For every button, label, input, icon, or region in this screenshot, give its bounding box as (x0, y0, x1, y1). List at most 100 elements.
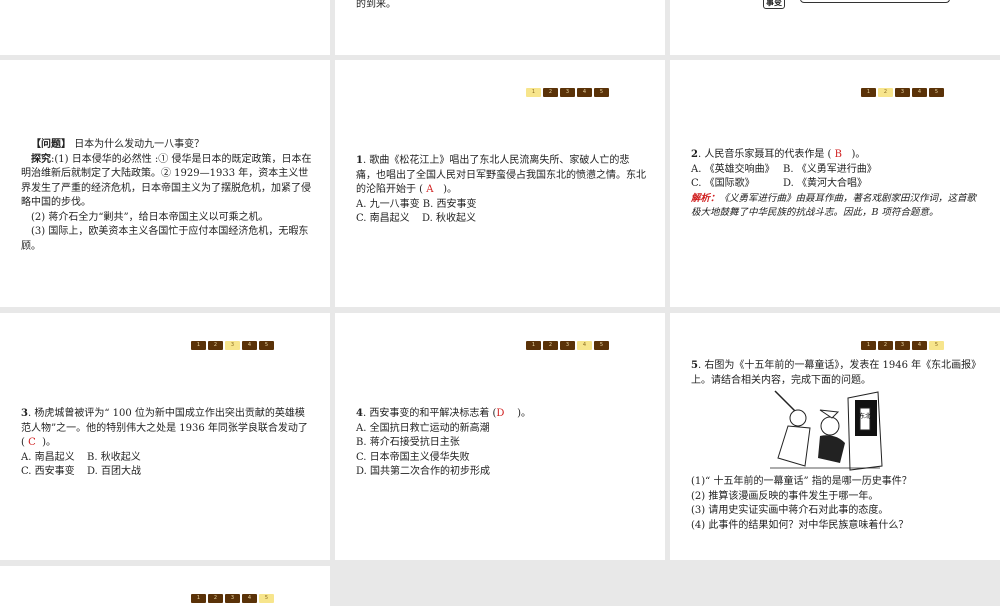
nav-button-1[interactable]: 1 (861, 88, 876, 97)
answer-line (800, 0, 950, 3)
option-d: D. 《黄河大合唱》 (783, 178, 868, 189)
nav-button-4[interactable]: 4 (912, 88, 927, 97)
question-1: 1. 歌曲《松花江上》唱出了东北人民流离失所、家破人亡的悲痛，也唱出了全国人民对… (356, 154, 647, 227)
slide-thumbnail[interactable]: 12345 3. 杨虎城曾被评为“ 100 位为新中国成立作出突出贡献的英雄模范… (0, 313, 330, 560)
option-a: A. 全国抗日救亡运动的新高潮 (356, 422, 490, 434)
nav-button-2[interactable]: 2 (878, 88, 893, 97)
nav-button-3[interactable]: 3 (895, 341, 910, 350)
slide-thumbnail[interactable]: 12345 1. 歌曲《松花江上》唱出了东北人民流离失所、家破人亡的悲痛，也唱出… (335, 60, 665, 307)
slide-thumbnail[interactable]: 12345 2. 人民音乐家聂耳的代表作是 ( B )。 A. 《英雄交响曲》 B… (670, 60, 1000, 307)
analysis-text: 《义勇军进行曲》由聂耳作曲，著名戏剧家田汉作词，这首歌极大地鼓舞了中华民族的抗战… (691, 192, 977, 219)
nav-button-4[interactable]: 4 (242, 341, 257, 350)
cartoon-door-sign: 东北 (859, 412, 871, 420)
slide-thumbnail[interactable]: 12345 4. 西安事变的和平解决标志着 (D )。 A. 全国抗日救亡运动的… (335, 313, 665, 560)
question-stem: . 人民音乐家聂耳的代表作是 ( (697, 149, 832, 160)
nav-button-5[interactable]: 5 (259, 341, 274, 350)
question-close: )。 (443, 184, 457, 195)
nav-button-2[interactable]: 2 (208, 341, 223, 350)
nav-button-2[interactable]: 2 (878, 341, 893, 350)
nav-button-2[interactable]: 2 (208, 594, 223, 603)
question-5: 5. 右图为《十五年前的一幕童话》，发表在 1946 年《东北画报》上。请结合相… (691, 359, 982, 388)
nav-button-3[interactable]: 3 (225, 594, 240, 603)
slide-thumbnail[interactable]: 的到来。 (335, 0, 665, 55)
answer: B (834, 149, 842, 160)
question-stem: . 右图为《十五年前的一幕童话》，发表在 1946 年《东北画报》上。请结合相关… (691, 360, 982, 386)
option-d: D. 秋收起义 (422, 213, 477, 224)
option-b: B. 秋收起义 (87, 451, 141, 463)
question-3: 3. 杨虎城曾被评为“ 100 位为新中国成立作出突出贡献的英雄模范人物”之一。… (21, 407, 312, 480)
nav-button-1[interactable]: 1 (526, 341, 541, 350)
nav-button-4[interactable]: 4 (577, 88, 592, 97)
question-2: 2. 人民音乐家聂耳的代表作是 ( B )。 A. 《英雄交响曲》 B. 《义勇军… (691, 148, 982, 221)
nav-button-3[interactable]: 3 (225, 341, 240, 350)
question-number: 1 (356, 155, 363, 166)
slide-thumbnail[interactable]: 事变 (670, 0, 1000, 55)
nav-button-5[interactable]: 5 (594, 341, 609, 350)
sub-question: (3) 请用史实证实画中蒋介石对此事的态度。 (691, 505, 889, 516)
option-d: D. 百团大战 (87, 466, 142, 477)
question-stem: . 西安事变的和平解决标志着 ( (362, 408, 497, 419)
slide-thumbnail[interactable]: 12345 (0, 566, 330, 606)
question-number: 4 (356, 408, 363, 419)
question-nav: 12345 (526, 88, 609, 97)
question-stem: . 杨虎城曾被评为“ 100 位为新中国成立作出突出贡献的英雄模范人物”之一。他… (21, 408, 308, 448)
nav-button-2[interactable]: 2 (543, 88, 558, 97)
problem-text: 【问题】 日本为什么发动九一八事变？ 探究:(1) 日本侵华的必然性 :① 侵华… (21, 138, 312, 254)
sub-question: (4) 此事件的结果如何？对中华民族意味着什么？ (691, 519, 909, 531)
option-c: C. 日本帝国主义侵华失败 (356, 451, 470, 463)
slide-thumbnail[interactable] (0, 0, 330, 55)
option-c: C. 《国际歌》 (691, 178, 755, 189)
option-a: A. 南昌起义 (21, 451, 75, 463)
nav-button-1[interactable]: 1 (191, 594, 206, 603)
nav-button-1[interactable]: 1 (191, 341, 206, 350)
nav-button-5[interactable]: 5 (259, 594, 274, 603)
question-number: 3 (21, 408, 28, 419)
cartoon-image: 东北 (770, 390, 883, 471)
option-b: B. 西安事变 (422, 198, 477, 210)
nav-button-4[interactable]: 4 (577, 341, 592, 350)
nav-button-5[interactable]: 5 (594, 88, 609, 97)
slide-thumbnail[interactable]: 【问题】 日本为什么发动九一八事变？ 探究:(1) 日本侵华的必然性 :① 侵华… (0, 60, 330, 307)
question-nav: 12345 (861, 341, 944, 350)
sub-questions: (1)“ 十五年前的一幕童话” 指的是哪一历史事件？ (2) 推算该漫画反映的事… (691, 475, 982, 533)
question-close: )。 (851, 149, 866, 160)
explore-point: (3) 国际上，欧美资本主义各国忙于应付本国经济危机，无暇东顾。 (21, 226, 309, 252)
question-nav: 12345 (861, 88, 944, 97)
option-a: A. 九一八事变 (356, 198, 420, 210)
sub-question: (2) 推算该漫画反映的事件发生于哪一年。 (691, 490, 879, 502)
nav-button-1[interactable]: 1 (861, 341, 876, 350)
question-stem: . 歌曲《松花江上》唱出了东北人民流离失所、家破人亡的悲痛，也唱出了全国人民对日… (356, 155, 646, 195)
nav-button-3[interactable]: 3 (560, 341, 575, 350)
answer: D (496, 408, 505, 419)
answer: A (426, 184, 434, 195)
slide-thumbnail[interactable]: 12345 5. 右图为《十五年前的一幕童话》，发表在 1946 年《东北画报》… (670, 313, 1000, 560)
problem-question: 日本为什么发动九一八事变？ (74, 139, 205, 150)
option-a: A. 《英雄交响曲》 (691, 163, 775, 175)
sub-question: (1)“ 十五年前的一幕童话” 指的是哪一历史事件？ (691, 476, 912, 487)
option-b: B. 蒋介石接受抗日主张 (356, 437, 460, 448)
option-d: D. 国共第二次合作的初步形成 (356, 466, 491, 477)
nav-button-4[interactable]: 4 (912, 341, 927, 350)
question-close: )。 (517, 408, 532, 419)
nav-button-5[interactable]: 5 (929, 341, 944, 350)
option-b: B. 《义勇军进行曲》 (783, 163, 877, 175)
nav-button-3[interactable]: 3 (560, 88, 575, 97)
nav-button-2[interactable]: 2 (543, 341, 558, 350)
question-number: 5 (691, 360, 698, 371)
option-c: C. 西安事变 (21, 466, 75, 477)
nav-button-3[interactable]: 3 (895, 88, 910, 97)
question-4: 4. 西安事变的和平解决标志着 (D )。 A. 全国抗日救亡运动的新高潮 B.… (356, 407, 647, 480)
nav-button-1[interactable]: 1 (526, 88, 541, 97)
question-close: )。 (42, 437, 57, 448)
answer: C (28, 437, 36, 448)
question-number: 2 (691, 149, 698, 160)
event-box: 事变 (763, 0, 785, 9)
analysis-label: 解析： (691, 192, 720, 204)
nav-button-4[interactable]: 4 (242, 594, 257, 603)
nav-button-5[interactable]: 5 (929, 88, 944, 97)
option-c: C. 南昌起义 (356, 213, 410, 224)
explore-label: 探究 (31, 153, 51, 165)
question-nav: 12345 (191, 594, 274, 603)
explore-point: (2) 蒋介石全力“剿共”，给日本帝国主义以可乘之机。 (31, 211, 269, 223)
problem-heading: 【问题】 (31, 139, 71, 150)
